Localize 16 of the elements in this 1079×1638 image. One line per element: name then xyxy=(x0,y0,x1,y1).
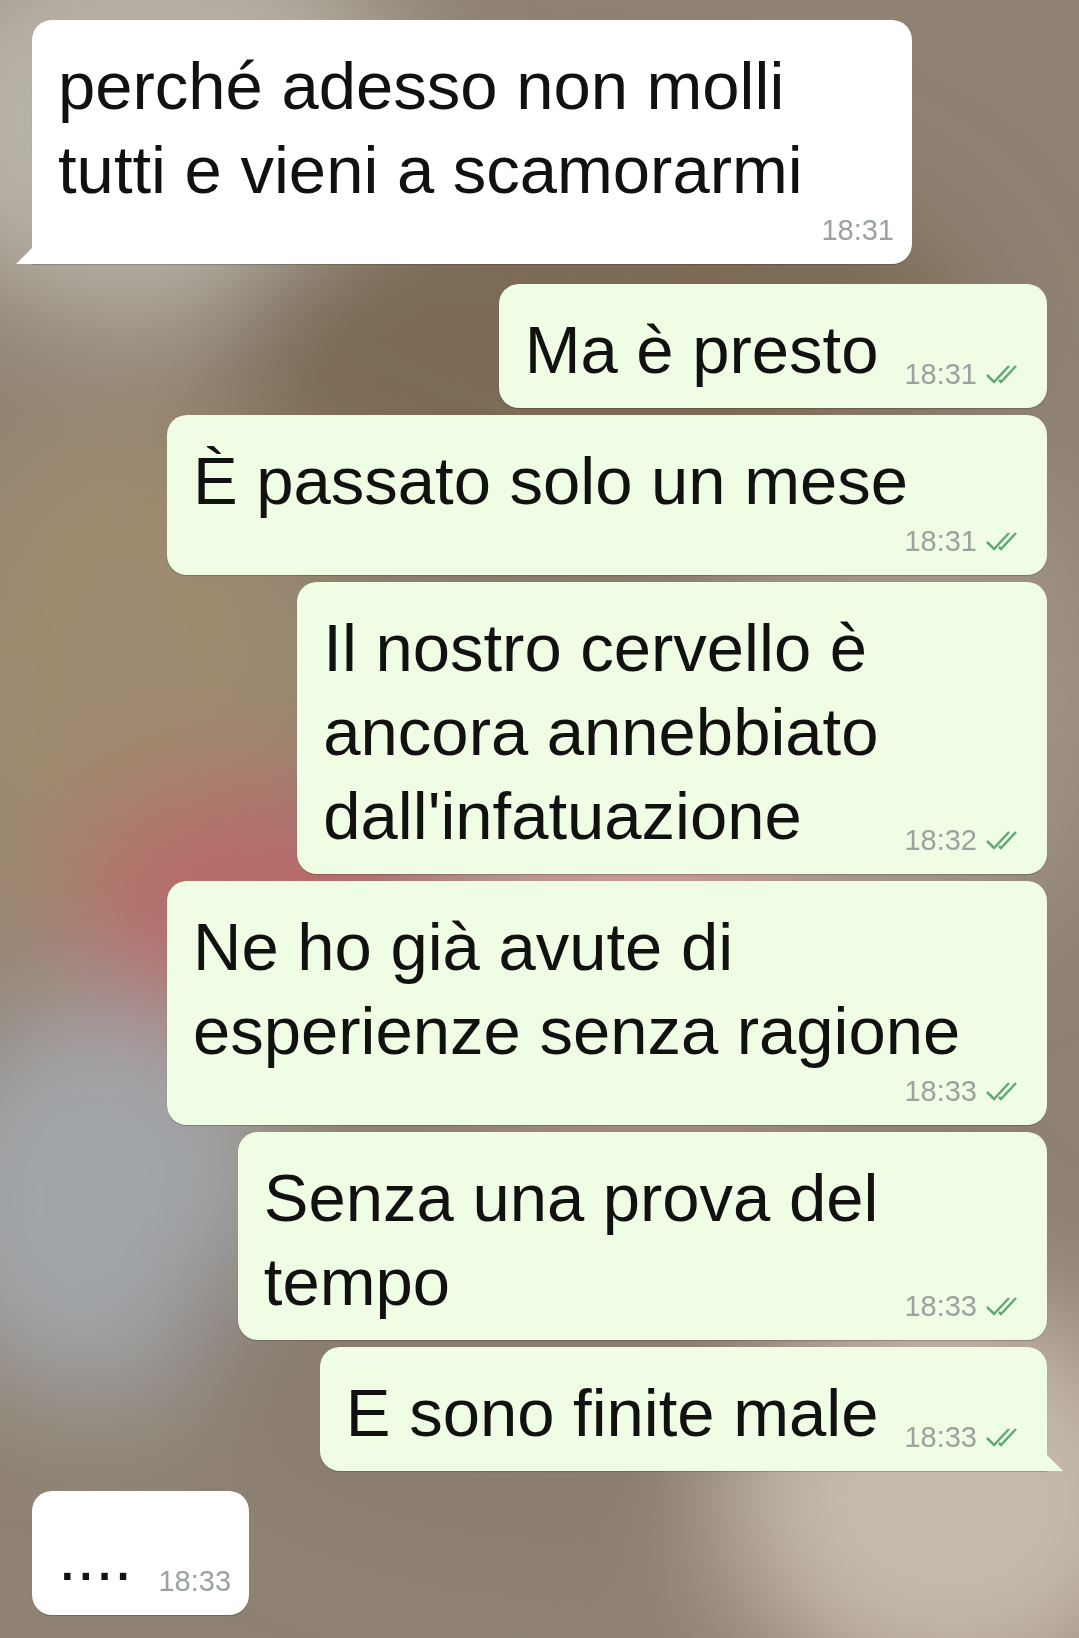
message-time: 18:31 xyxy=(904,357,977,392)
message-time: 18:33 xyxy=(904,1074,977,1109)
message-time: 18:31 xyxy=(821,213,894,248)
message-time: 18:31 xyxy=(904,524,977,559)
message-time: 18:33 xyxy=(904,1420,977,1455)
message-text: È passato solo un mese xyxy=(193,442,909,520)
message-text: E sono finite male xyxy=(345,1374,879,1452)
message-text: .... xyxy=(58,1518,133,1596)
message-text: perché adesso non molli tutti e vieni a scamorarmi xyxy=(58,47,803,209)
message-time: 18:33 xyxy=(158,1564,232,1599)
message-text: Ma è presto xyxy=(524,311,879,389)
message-time: 18:32 xyxy=(904,823,977,858)
message-text: Ne ho già avute di esperienze senza ragione xyxy=(193,908,961,1070)
message-time: 18:33 xyxy=(904,1289,977,1324)
message-text: Il nostro cervello è ancora annebbiato dall'infatuazione xyxy=(323,609,879,855)
message-text: Senza una prova del tempo xyxy=(263,1159,879,1321)
